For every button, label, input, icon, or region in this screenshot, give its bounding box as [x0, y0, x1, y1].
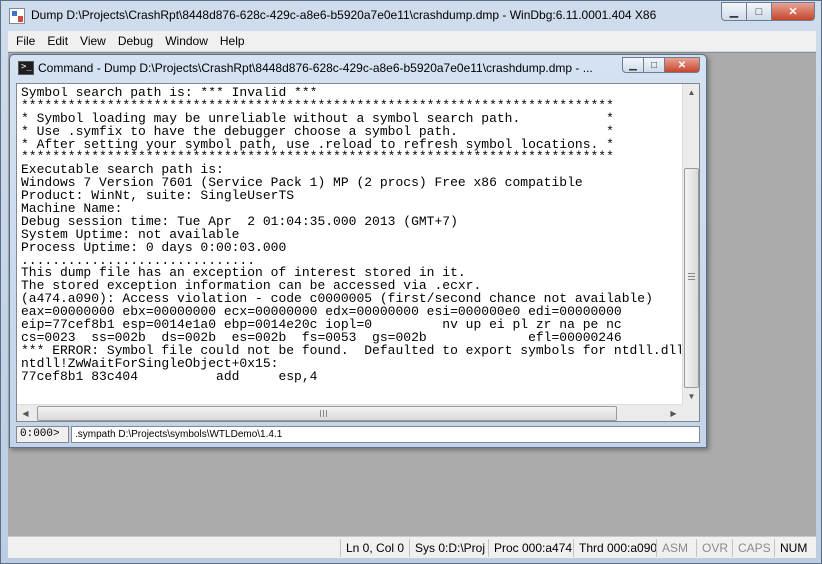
title-bar[interactable]: Dump D:\Projects\CrashRpt\8448d876-628c-…: [1, 1, 821, 31]
status-caps: CAPS: [732, 539, 771, 557]
child-maximize-button[interactable]: □: [643, 57, 665, 73]
status-process: Proc 000:a474: [488, 539, 572, 557]
command-output-pane[interactable]: Symbol search path is: *** Invalid *** **…: [16, 83, 700, 422]
thumb-grip: [688, 273, 695, 274]
command-prompt-icon: >_: [18, 61, 34, 75]
status-thread: Thrd 000:a090: [573, 539, 657, 557]
menu-view[interactable]: View: [74, 34, 112, 48]
scroll-down-arrow-icon[interactable]: ▼: [683, 388, 700, 405]
thumb-grip: [320, 410, 321, 417]
status-ovr: OVR: [696, 539, 728, 557]
horizontal-scroll-thumb[interactable]: [37, 406, 617, 421]
thumb-grip: [688, 276, 695, 277]
maximize-button[interactable]: □: [746, 2, 772, 21]
thumb-grip: [326, 410, 327, 417]
menu-debug[interactable]: Debug: [112, 34, 159, 48]
menu-bar: File Edit View Debug Window Help: [8, 31, 816, 51]
minimize-button[interactable]: ▁: [721, 2, 747, 21]
output-line: 77cef8b1 83c404 add esp,4: [21, 368, 318, 384]
thumb-grip: [323, 410, 324, 417]
command-prompt-label: 0:000>: [16, 426, 69, 443]
menu-window[interactable]: Window: [159, 34, 214, 48]
status-line-column: Ln 0, Col 0: [340, 539, 404, 557]
vertical-scroll-thumb[interactable]: [684, 168, 699, 388]
caption-buttons: ▁ □ ✕: [721, 2, 815, 21]
status-system: Sys 0:D:\Proj: [409, 539, 485, 557]
command-window-caption-buttons: ▁ □ ✕: [622, 57, 700, 73]
command-input[interactable]: [71, 426, 700, 443]
command-window[interactable]: >_ Command - Dump D:\Projects\CrashRpt\8…: [9, 54, 707, 448]
menu-edit[interactable]: Edit: [41, 34, 74, 48]
status-asm: ASM: [656, 539, 688, 557]
command-output-text: Symbol search path is: *** Invalid *** **…: [21, 87, 681, 405]
scroll-up-arrow-icon[interactable]: ▲: [683, 84, 700, 101]
windbg-app-icon[interactable]: [9, 8, 25, 24]
thumb-grip: [688, 279, 695, 280]
status-num: NUM: [774, 539, 807, 557]
child-close-button[interactable]: ✕: [664, 57, 700, 73]
close-button[interactable]: ✕: [771, 2, 815, 21]
vertical-scrollbar[interactable]: ▲ ▼: [682, 84, 699, 405]
scroll-left-arrow-icon[interactable]: ◀: [17, 405, 34, 422]
menu-file[interactable]: File: [8, 34, 41, 48]
menu-help[interactable]: Help: [214, 34, 251, 48]
window-title: Dump D:\Projects\CrashRpt\8448d876-628c-…: [31, 8, 657, 22]
command-line: 0:000>: [16, 426, 700, 443]
scrollbar-corner: [682, 404, 699, 421]
horizontal-scrollbar[interactable]: ◀ ▶: [17, 404, 682, 421]
command-window-title: Command - Dump D:\Projects\CrashRpt\8448…: [38, 61, 593, 75]
mdi-client-area: >_ Command - Dump D:\Projects\CrashRpt\8…: [8, 52, 816, 536]
scroll-right-arrow-icon[interactable]: ▶: [665, 405, 682, 422]
status-bar: Ln 0, Col 0 Sys 0:D:\Proj Proc 000:a474 …: [8, 536, 816, 558]
child-minimize-button[interactable]: ▁: [622, 57, 644, 73]
main-window: Dump D:\Projects\CrashRpt\8448d876-628c-…: [0, 0, 822, 564]
